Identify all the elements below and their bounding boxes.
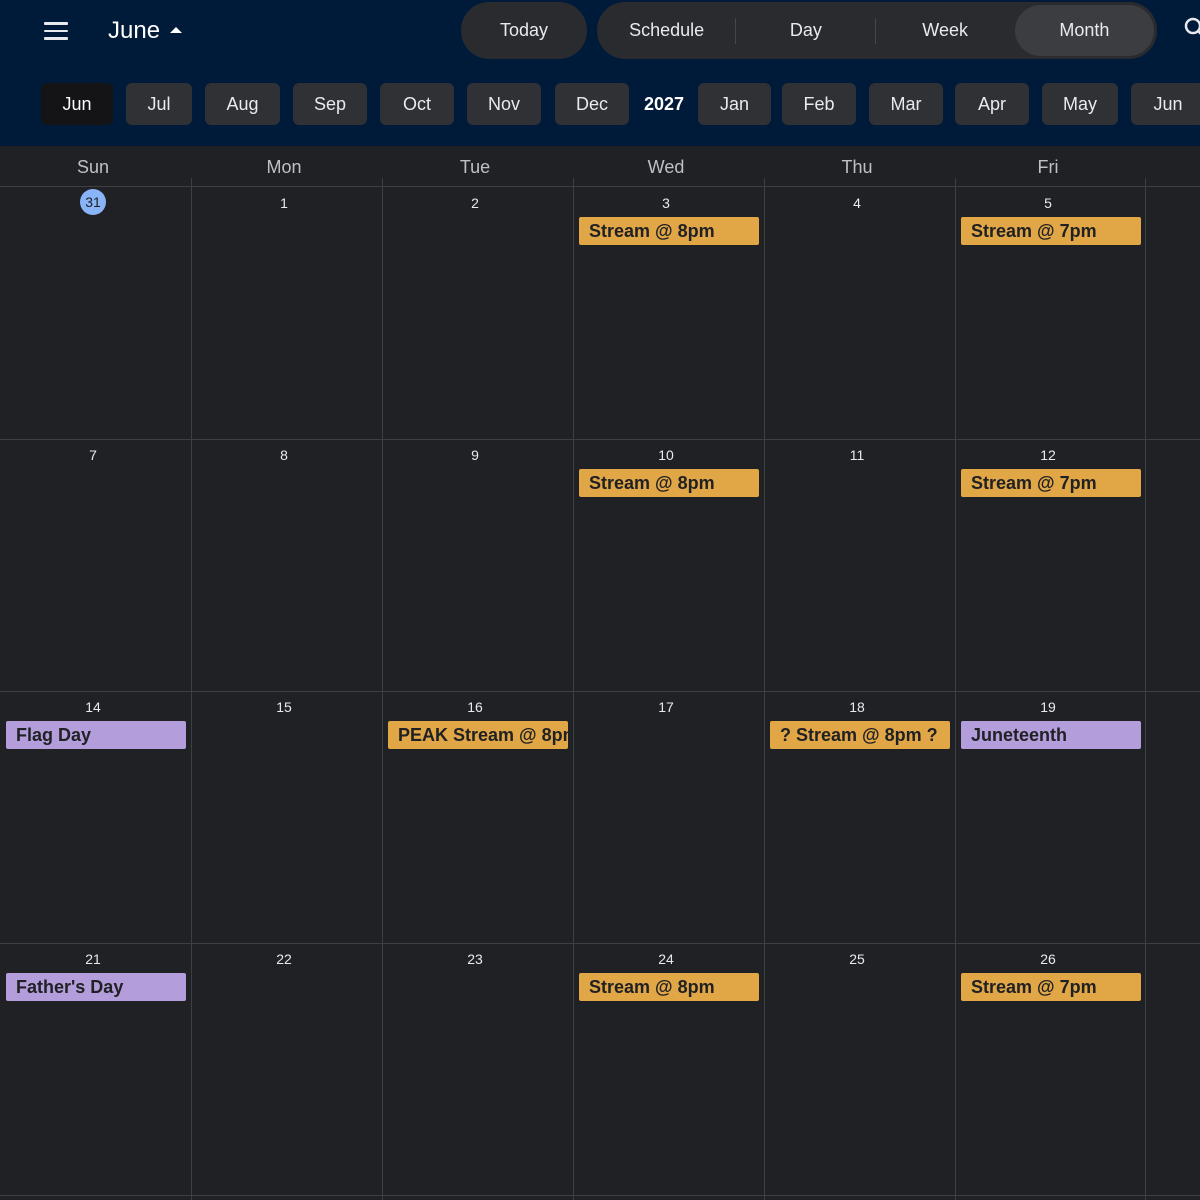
day-number[interactable]: 26: [953, 951, 1143, 967]
stream-event-chip[interactable]: ? Stream @ 8pm ?: [770, 721, 950, 749]
day-number[interactable]: 17: [571, 699, 761, 715]
month-chip-jun[interactable]: Jun: [41, 83, 113, 125]
stream-event-chip[interactable]: Stream @ 8pm: [579, 973, 759, 1001]
column-divider: [764, 178, 765, 1200]
month-picker-toggle[interactable]: June: [108, 14, 183, 48]
weekday-label-mon: Mon: [266, 157, 302, 177]
month-chip-jun-next-year[interactable]: Jun: [1131, 83, 1200, 125]
month-title: June: [108, 17, 161, 44]
column-divider: [1145, 178, 1146, 1200]
view-month-button[interactable]: Month: [1014, 5, 1154, 56]
column-divider: [573, 178, 574, 1200]
main-menu-icon[interactable]: [36, 14, 76, 48]
month-chip-oct[interactable]: Oct: [380, 83, 454, 125]
day-number[interactable]: 19: [953, 699, 1143, 715]
holiday-event-chip[interactable]: Flag Day: [6, 721, 186, 749]
weekday-label-fri: Fri: [1037, 157, 1059, 177]
day-number[interactable]: 25: [762, 951, 952, 967]
column-divider: [382, 178, 383, 1200]
day-number[interactable]: 14: [0, 699, 188, 715]
stream-event-chip[interactable]: Stream @ 8pm: [579, 217, 759, 245]
day-number[interactable]: 5: [953, 195, 1143, 211]
day-number[interactable]: 18: [762, 699, 952, 715]
day-number[interactable]: 12: [953, 447, 1143, 463]
day-number[interactable]: 11: [762, 447, 952, 463]
month-chip-mar-next-year[interactable]: Mar: [869, 83, 943, 125]
row-divider: [0, 1195, 1200, 1196]
top-app-bar: June Today Schedule Day Week Month Jun Ju…: [0, 0, 1200, 146]
day-number[interactable]: 24: [571, 951, 761, 967]
day-number[interactable]: 2: [380, 195, 570, 211]
stream-event-chip[interactable]: Stream @ 7pm: [961, 469, 1141, 497]
month-chip-may-next-year[interactable]: May: [1042, 83, 1118, 125]
stream-event-chip[interactable]: Stream @ 7pm: [961, 217, 1141, 245]
weekday-label-tue: Tue: [459, 157, 491, 177]
month-chip-sep[interactable]: Sep: [293, 83, 367, 125]
month-chip-aug[interactable]: Aug: [205, 83, 280, 125]
row-divider: [0, 439, 1200, 440]
month-chip-feb-next-year[interactable]: Feb: [782, 83, 856, 125]
view-day-button[interactable]: Day: [736, 2, 876, 59]
day-number[interactable]: 16: [380, 699, 570, 715]
weekday-label-sun: Sun: [76, 157, 110, 177]
day-number[interactable]: 10: [571, 447, 761, 463]
stream-event-chip[interactable]: PEAK Stream @ 8pm: [388, 721, 568, 749]
weekday-header-row: Sun Mon Tue Wed Thu Fri: [0, 146, 1200, 187]
view-switcher: Schedule Day Week Month: [597, 2, 1157, 59]
day-number[interactable]: 22: [189, 951, 379, 967]
view-week-button[interactable]: Week: [876, 2, 1015, 59]
day-number[interactable]: 21: [0, 951, 188, 967]
month-chip-jul[interactable]: Jul: [126, 83, 192, 125]
day-number[interactable]: 7: [0, 447, 188, 463]
row-divider: [0, 691, 1200, 692]
stream-event-chip[interactable]: Stream @ 7pm: [961, 973, 1141, 1001]
today-button[interactable]: Today: [461, 2, 587, 59]
day-number[interactable]: 1: [189, 195, 379, 211]
weekday-label-thu: Thu: [841, 157, 873, 177]
day-number[interactable]: 9: [380, 447, 570, 463]
holiday-event-chip[interactable]: Juneteenth: [961, 721, 1141, 749]
month-chip-jan-next-year[interactable]: Jan: [698, 83, 771, 125]
month-chip-dec[interactable]: Dec: [555, 83, 629, 125]
day-number[interactable]: 23: [380, 951, 570, 967]
month-grid: Sun Mon Tue Wed Thu Fri 31 1 2 3 4 5 7 8 9 10 11 12 14 15 1…: [0, 146, 1200, 1200]
day-number[interactable]: 4: [762, 195, 952, 211]
day-number[interactable]: 3: [571, 195, 761, 211]
year-label: 2027: [644, 93, 685, 114]
day-number[interactable]: 15: [189, 699, 379, 715]
row-divider: [0, 943, 1200, 944]
column-divider: [955, 178, 956, 1200]
holiday-event-chip[interactable]: Father's Day: [6, 973, 186, 1001]
stream-event-chip[interactable]: Stream @ 8pm: [579, 469, 759, 497]
day-number[interactable]: 8: [189, 447, 379, 463]
column-divider: [191, 178, 192, 1200]
search-icon[interactable]: [1183, 16, 1200, 40]
caret-up-icon: [170, 27, 183, 33]
month-chip-apr-next-year[interactable]: Apr: [955, 83, 1029, 125]
weekday-label-wed: Wed: [647, 157, 685, 177]
view-schedule-button[interactable]: Schedule: [597, 2, 737, 59]
month-chip-nov[interactable]: Nov: [467, 83, 541, 125]
today-date-indicator[interactable]: 31: [80, 189, 106, 215]
